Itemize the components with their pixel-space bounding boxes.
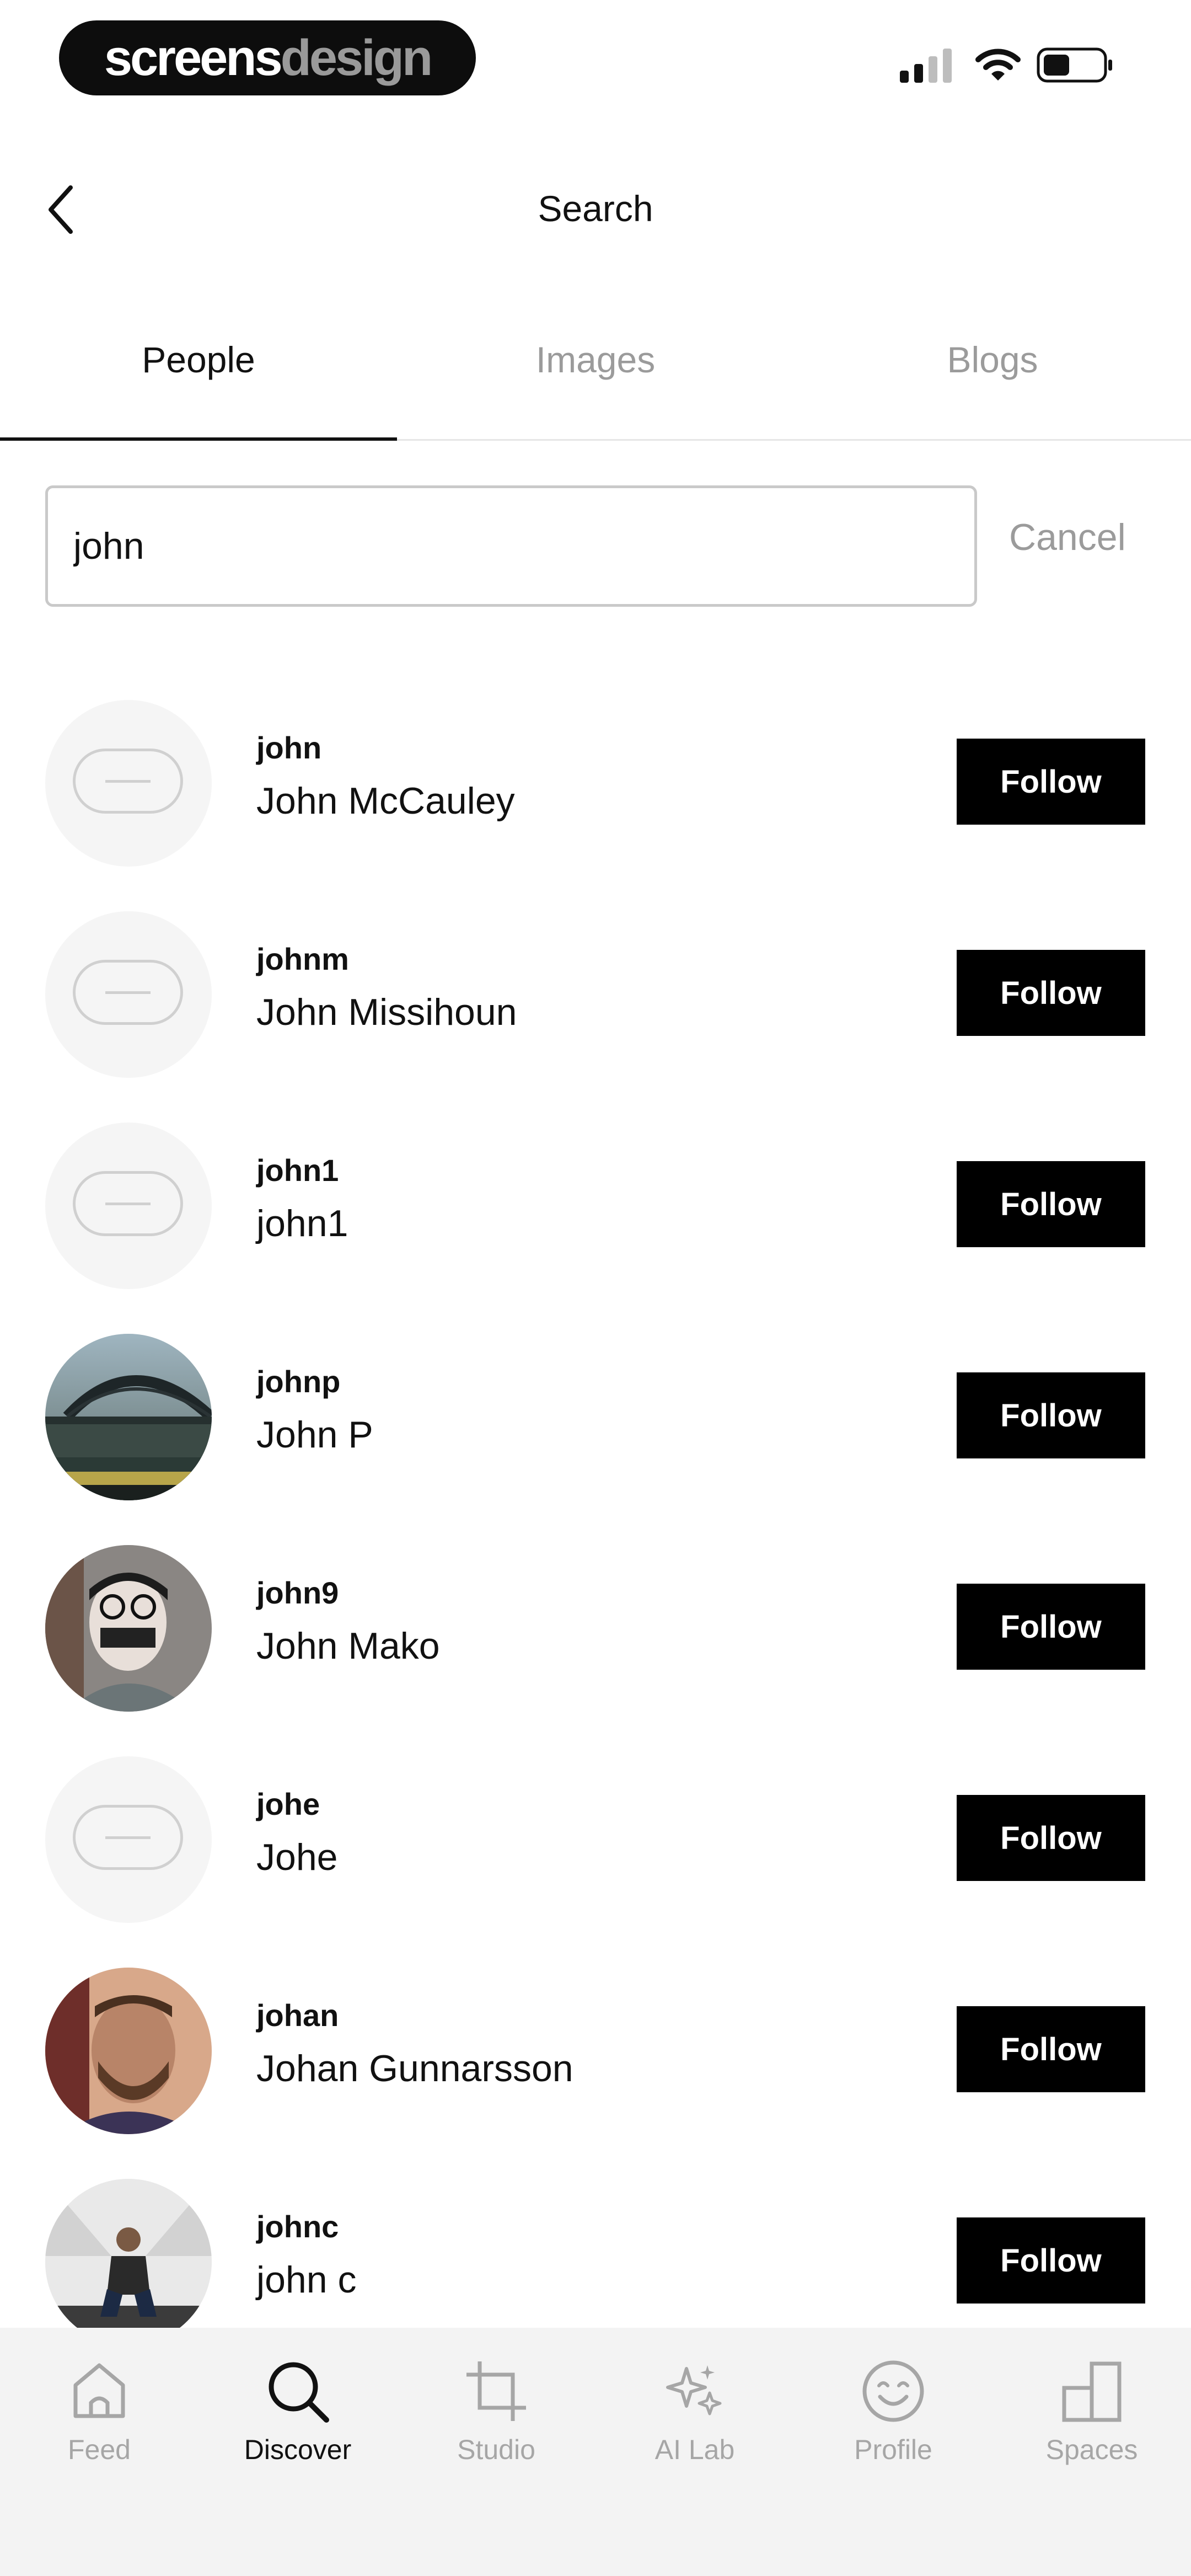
follow-button[interactable]: Follow: [957, 1161, 1145, 1247]
tab-images[interactable]: Images: [397, 309, 794, 439]
search-icon: [269, 2362, 329, 2423]
username: john9: [256, 1575, 339, 1610]
tabbar-item-discover[interactable]: Discover: [198, 2350, 397, 2477]
follow-button[interactable]: Follow: [957, 1795, 1145, 1881]
username: johnp: [256, 1364, 341, 1399]
crop-icon: [466, 2361, 526, 2421]
tab-people[interactable]: People: [0, 309, 397, 441]
cancel-button[interactable]: Cancel: [1009, 516, 1126, 559]
follow-button[interactable]: Follow: [957, 1584, 1145, 1670]
tabbar-item-ai-lab[interactable]: AI Lab: [596, 2350, 794, 2477]
search-category-tabs: People Images Blogs: [0, 309, 1191, 441]
tabbar-item-spaces[interactable]: Spaces: [993, 2350, 1191, 2477]
search-field: [45, 485, 977, 607]
username: johan: [256, 1998, 339, 2033]
avatar-placeholder: [45, 700, 212, 867]
follow-button[interactable]: Follow: [957, 739, 1145, 825]
placeholder-avatar-icon: [73, 1171, 183, 1236]
username: john: [256, 730, 322, 765]
brand-text-primary: screens: [104, 29, 283, 86]
tabbar-item-feed[interactable]: Feed: [0, 2350, 198, 2477]
navigation-header: Search: [0, 165, 1191, 254]
placeholder-avatar-icon: [73, 960, 183, 1025]
tabbar-label: Feed: [68, 2434, 131, 2465]
placeholder-avatar-icon: [73, 1805, 183, 1870]
tabbar-label: Spaces: [1045, 2434, 1138, 2465]
home-icon: [73, 2363, 125, 2418]
tabbar-label: Profile: [854, 2434, 932, 2465]
avatar-photo: [45, 1545, 212, 1712]
display-name: John McCauley: [256, 780, 515, 822]
tabbar-item-studio[interactable]: Studio: [397, 2350, 596, 2477]
display-name: john1: [256, 1203, 348, 1244]
list-item[interactable]: john John McCauley Follow: [0, 692, 1191, 904]
follow-button[interactable]: Follow: [957, 1372, 1145, 1458]
display-name: John Mako: [256, 1625, 440, 1667]
username: johnc: [256, 2209, 339, 2244]
follow-button[interactable]: Follow: [957, 950, 1145, 1036]
bottom-tab-bar: Feed Discover Studio AI Lab Profile Spac…: [0, 2328, 1191, 2576]
follow-button[interactable]: Follow: [957, 2217, 1145, 2304]
tabbar-label: AI Lab: [654, 2434, 735, 2465]
search-input[interactable]: [72, 524, 974, 568]
avatar-photo: [45, 2179, 212, 2331]
list-item[interactable]: johnp John P Follow: [0, 1326, 1191, 1537]
list-item[interactable]: johnc john c Follow: [0, 2171, 1191, 2331]
display-name: john c: [256, 2259, 357, 2301]
username: johnm: [256, 942, 349, 976]
username: johe: [256, 1787, 320, 1821]
avatar-photo: [45, 1968, 212, 2134]
battery-icon: [1037, 47, 1112, 83]
smiley-icon: [862, 2360, 924, 2422]
placeholder-avatar-icon: [73, 749, 183, 814]
list-item[interactable]: johan Johan Gunnarsson Follow: [0, 1960, 1191, 2171]
bridge-photo-image: [45, 1334, 212, 1500]
brand-text-secondary: design: [280, 29, 433, 86]
tabbar-label: Discover: [244, 2434, 352, 2465]
avatar-placeholder: [45, 911, 212, 1078]
status-bar: screens design: [0, 0, 1191, 116]
portrait-photo-image: [45, 1545, 212, 1712]
sparkles-icon: [666, 2365, 722, 2415]
wifi-icon: [975, 49, 1021, 81]
seated-person-photo-image: [45, 2179, 212, 2331]
brand-logo: screens design: [59, 20, 476, 95]
follow-button[interactable]: Follow: [957, 2006, 1145, 2092]
tabbar-item-profile[interactable]: Profile: [794, 2350, 993, 2477]
cellular-signal-icon: [900, 49, 952, 83]
list-item[interactable]: john1 john1 Follow: [0, 1115, 1191, 1326]
display-name: Johe: [256, 1836, 338, 1878]
list-item[interactable]: johe Johe Follow: [0, 1749, 1191, 1960]
display-name: John Missihoun: [256, 991, 517, 1033]
spaces-icon: [1062, 2361, 1122, 2422]
page-title: Search: [538, 188, 653, 229]
tabbar-label: Studio: [457, 2434, 535, 2465]
avatar-placeholder: [45, 1756, 212, 1923]
tab-blogs[interactable]: Blogs: [794, 309, 1191, 439]
people-results-list: john John McCauley Follow johnm John Mis…: [0, 692, 1191, 2331]
avatar-placeholder: [45, 1123, 212, 1289]
list-item[interactable]: johnm John Missihoun Follow: [0, 904, 1191, 1115]
portrait-photo-image: [45, 1968, 212, 2134]
avatar-photo: [45, 1334, 212, 1500]
display-name: John P: [256, 1414, 373, 1456]
list-item[interactable]: john9 John Mako Follow: [0, 1537, 1191, 1749]
display-name: Johan Gunnarsson: [256, 2048, 573, 2089]
username: john1: [256, 1153, 339, 1188]
